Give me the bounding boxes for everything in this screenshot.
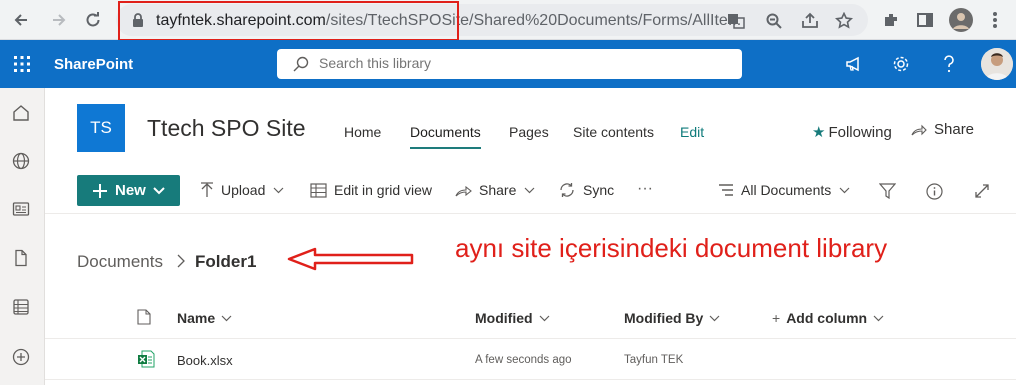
new-button[interactable]: New — [77, 175, 180, 206]
share-label: Share — [934, 121, 975, 138]
new-label: New — [115, 182, 146, 199]
add-circle-icon[interactable] — [10, 346, 32, 368]
view-label: All Documents — [741, 182, 832, 198]
following-label: Following — [828, 124, 892, 141]
star-filled-icon: ★ — [812, 124, 826, 141]
edit-grid-view-button[interactable]: Edit in grid view — [310, 182, 432, 198]
plus-icon — [93, 183, 107, 198]
red-arrow-annotation — [287, 247, 414, 271]
site-share-button[interactable]: Share — [911, 121, 974, 138]
breadcrumb-documents[interactable]: Documents — [77, 252, 163, 272]
edit-grid-label: Edit in grid view — [334, 182, 433, 198]
nav-edit-link[interactable]: Edit — [680, 124, 704, 140]
sharepoint-brand-link[interactable]: SharePoint — [54, 56, 133, 73]
view-switcher[interactable]: All Documents — [718, 182, 857, 198]
file-icon[interactable] — [10, 247, 32, 269]
breadcrumb-current-folder: Folder1 — [195, 252, 257, 271]
grid-icon — [310, 182, 327, 198]
chevron-down-icon — [524, 187, 535, 193]
nav-active-indicator — [410, 147, 481, 149]
lists-icon[interactable] — [10, 296, 32, 318]
home-icon[interactable] — [10, 102, 32, 124]
back-icon[interactable] — [8, 7, 34, 33]
upload-button[interactable]: Upload — [200, 182, 291, 198]
modified-by-column-label: Modified By — [624, 310, 704, 326]
file-name-link[interactable]: Book.xlsx — [177, 353, 233, 368]
modified-value: A few seconds ago — [475, 354, 572, 366]
chevron-down-icon — [221, 315, 232, 321]
upload-arrow-icon — [201, 182, 213, 197]
column-header-modified[interactable]: Modified — [475, 310, 550, 326]
share-icon — [455, 185, 472, 196]
browser-toolbar: tayfntek.sharepoint.com/sites/TtechSPOSi… — [0, 0, 1016, 41]
upload-label: Upload — [221, 182, 266, 198]
chevron-down-icon — [153, 186, 165, 194]
zoom-icon[interactable] — [764, 11, 784, 31]
nav-home[interactable]: Home — [344, 124, 381, 140]
plus-icon: + — [772, 310, 781, 326]
extensions-icon[interactable] — [878, 7, 904, 33]
share-command-label: Share — [479, 182, 517, 198]
following-button[interactable]: ★ Following — [812, 123, 892, 141]
chevron-down-icon — [273, 187, 284, 193]
suite-bar: SharePoint — [0, 40, 1016, 88]
expand-icon[interactable] — [971, 180, 993, 202]
nav-documents[interactable]: Documents — [410, 124, 481, 140]
left-app-rail — [0, 88, 45, 385]
waffle-icon[interactable] — [0, 40, 44, 88]
modified-by-value[interactable]: Tayfun TEK — [624, 354, 683, 366]
name-column-label: Name — [177, 310, 216, 326]
file-type-header-icon[interactable] — [137, 309, 151, 325]
chevron-down-icon — [839, 187, 850, 193]
profile-avatar-icon[interactable] — [948, 7, 974, 33]
column-header-modified-by[interactable]: Modified By — [624, 310, 720, 326]
info-icon[interactable] — [923, 180, 945, 202]
megaphone-icon[interactable] — [842, 52, 866, 76]
share-page-icon[interactable] — [800, 11, 820, 31]
share-icon — [911, 124, 927, 135]
browser-menu-icon[interactable] — [982, 7, 1008, 33]
annotation-text: aynı site içerisindeki document library — [455, 233, 888, 263]
more-commands-button[interactable]: ··· — [637, 180, 653, 198]
sync-label: Sync — [583, 182, 615, 198]
search-input[interactable] — [319, 55, 719, 71]
chevron-down-icon — [709, 315, 720, 321]
sidepanel-icon[interactable] — [912, 7, 938, 33]
chevron-down-icon — [873, 315, 884, 321]
search-icon — [293, 56, 309, 72]
add-column-label: Add column — [786, 310, 868, 326]
globe-icon[interactable] — [10, 150, 32, 172]
chevron-down-icon — [539, 315, 549, 321]
translate-icon[interactable] — [726, 11, 746, 31]
nav-pages[interactable]: Pages — [509, 124, 549, 140]
excel-file-icon — [138, 350, 155, 368]
view-lines-icon — [719, 184, 733, 196]
sync-icon — [560, 183, 574, 197]
reload-icon[interactable] — [80, 7, 106, 33]
nav-site-contents[interactable]: Site contents — [573, 124, 654, 140]
site-title[interactable]: Ttech SPO Site — [147, 115, 306, 142]
bookmark-star-icon[interactable] — [834, 11, 854, 31]
gear-icon[interactable] — [889, 52, 913, 76]
filter-icon[interactable] — [876, 180, 898, 202]
forward-icon[interactable] — [46, 7, 72, 33]
add-column-button[interactable]: + Add column — [772, 310, 884, 326]
news-icon[interactable] — [10, 198, 32, 220]
share-command-button[interactable]: Share — [455, 182, 542, 198]
site-logo[interactable]: TS — [77, 104, 125, 152]
chevron-right-icon — [177, 254, 185, 268]
column-header-name[interactable]: Name — [177, 310, 232, 326]
help-icon[interactable] — [937, 52, 961, 76]
library-search-box[interactable] — [277, 49, 742, 79]
sync-button[interactable]: Sync — [558, 182, 614, 198]
url-highlight-box — [118, 1, 459, 41]
modified-column-label: Modified — [475, 310, 533, 326]
user-avatar[interactable] — [981, 48, 1013, 80]
